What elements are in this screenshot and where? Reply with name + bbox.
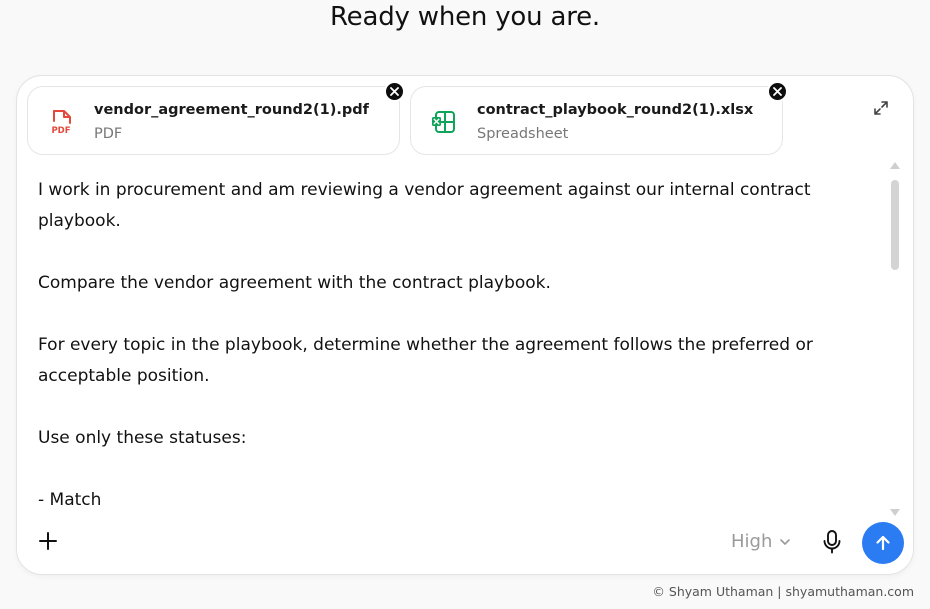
close-icon bbox=[390, 87, 399, 96]
page-headline: Ready when you are. bbox=[329, 2, 600, 32]
close-icon bbox=[773, 87, 782, 96]
scrollbar-thumb[interactable] bbox=[891, 180, 899, 270]
message-input[interactable]: I work in procurement and am reviewing a… bbox=[38, 175, 878, 520]
scrollbar[interactable] bbox=[889, 160, 901, 516]
attachment-file-type: PDF bbox=[94, 126, 123, 142]
attachment-spreadsheet[interactable]: contract_playbook_round2(1).xlsx Spreads… bbox=[410, 81, 788, 155]
expand-icon bbox=[874, 101, 888, 115]
scroll-up-arrow[interactable] bbox=[890, 162, 900, 169]
microphone-icon bbox=[823, 530, 841, 554]
attachment-file-name: vendor_agreement_round2(1).pdf bbox=[94, 102, 369, 118]
add-button[interactable] bbox=[35, 528, 61, 554]
attachment-file-name: contract_playbook_round2(1).xlsx bbox=[477, 102, 754, 118]
microphone-button[interactable] bbox=[820, 529, 844, 555]
effort-selector[interactable]: High bbox=[731, 531, 792, 552]
pdf-file-icon: PDF bbox=[48, 109, 74, 136]
remove-attachment-button[interactable] bbox=[767, 81, 788, 102]
send-button[interactable] bbox=[862, 522, 904, 564]
arrow-up-icon bbox=[876, 535, 890, 551]
remove-attachment-button[interactable] bbox=[384, 81, 405, 102]
footer-credit: © Shyam Uthaman | shyamuthaman.com bbox=[652, 584, 914, 599]
attachment-file-type: Spreadsheet bbox=[477, 126, 569, 142]
composer: PDF vendor_agreement_round2(1).pdf PDF c… bbox=[16, 75, 914, 575]
expand-button[interactable] bbox=[871, 98, 891, 118]
chevron-down-icon bbox=[780, 538, 791, 545]
page: Ready when you are. PDF vendor_agreement… bbox=[0, 0, 930, 609]
plus-icon bbox=[39, 532, 57, 550]
spreadsheet-file-icon bbox=[431, 109, 457, 135]
effort-label: High bbox=[731, 531, 773, 552]
scroll-down-arrow[interactable] bbox=[890, 509, 900, 516]
attachment-pdf[interactable]: PDF vendor_agreement_round2(1).pdf PDF bbox=[27, 81, 405, 155]
svg-text:PDF: PDF bbox=[51, 126, 70, 135]
